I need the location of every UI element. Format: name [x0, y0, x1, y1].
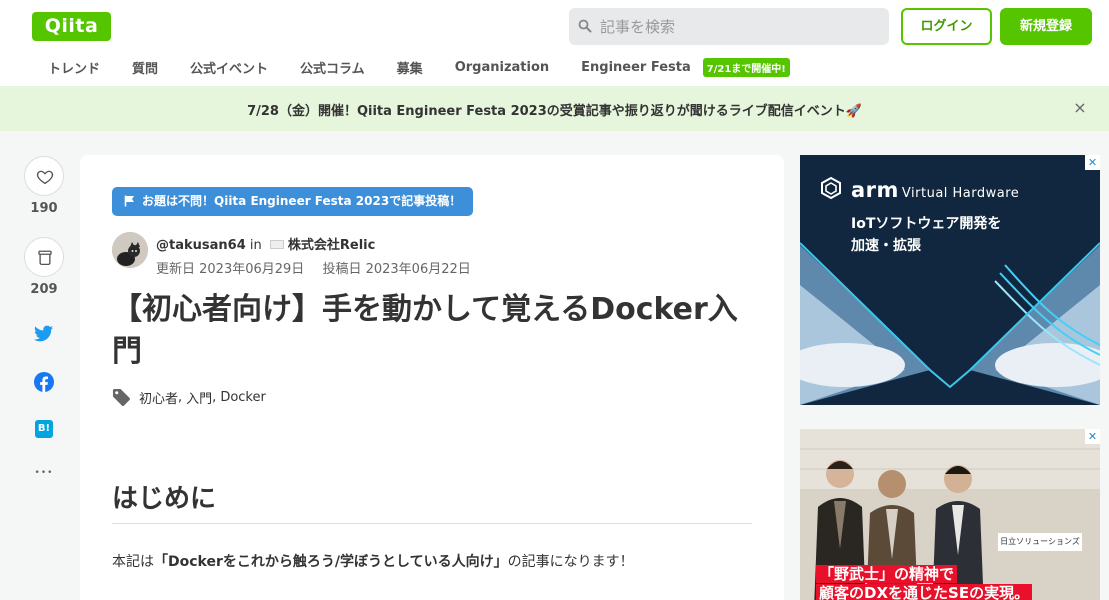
ad2-caption-line2: 顧客のDXを通じたSEの実現。 — [816, 584, 1033, 600]
article-title: 【初心者向け】手を動かして覚えるDocker入門 — [112, 292, 738, 369]
nav-item-trend[interactable]: トレンド — [32, 58, 116, 77]
search-input[interactable] — [600, 8, 880, 45]
ad1-brand: arm Virtual Hardware — [851, 178, 1020, 202]
ad-close-icon[interactable]: ✕ — [1085, 155, 1100, 170]
tag-item[interactable]: 入門 — [186, 388, 212, 407]
nav-item-official-columns[interactable]: 公式コラム — [284, 58, 381, 77]
para-suffix: の記事になります！ — [507, 554, 634, 570]
author-in: in — [249, 238, 262, 253]
ad2-caption-line1: 「野武士」の精神で — [816, 565, 958, 583]
stock-count: 209 — [30, 282, 58, 297]
ad1-line2: 加速・拡張 — [851, 238, 921, 254]
ad2-sign: 日立ソリューションズ — [998, 533, 1082, 551]
twitter-icon[interactable] — [34, 325, 54, 343]
tag-list: 初心者, 入門, Docker — [112, 388, 266, 407]
like-button[interactable] — [24, 156, 64, 196]
posted-date: 投稿日 2023年06月22日 — [322, 262, 471, 277]
ad-close-icon[interactable]: ✕ — [1085, 429, 1100, 444]
section-heading: はじめに — [112, 478, 752, 524]
updated-date: 更新日 2023年06月29日 — [156, 262, 305, 277]
close-icon[interactable]: × — [1072, 98, 1088, 117]
more-icon[interactable]: ••• — [24, 468, 64, 478]
nav-item-recruit[interactable]: 募集 — [381, 58, 439, 77]
article-paragraph: 本記は「Dockerをこれから触ろう/学ぼうとしている人向け」の記事になります！ — [112, 551, 634, 571]
festa-badge: 7/21まで開催中! — [702, 57, 790, 77]
tag-item[interactable]: 初心者 — [139, 388, 178, 407]
banner-text[interactable]: 7/28（金）開催！Qiita Engineer Festa 2023の受賞記事… — [0, 100, 1109, 119]
search-box[interactable] — [569, 8, 889, 45]
article-card: お題は不問！Qiita Engineer Festa 2023で記事投稿！ @t… — [80, 155, 784, 600]
avatar-image — [112, 232, 148, 268]
qiita-logo[interactable]: Qiita — [32, 12, 111, 41]
like-count: 190 — [30, 201, 58, 216]
author-handle[interactable]: @takusan64 — [156, 238, 246, 253]
organization-logo-icon[interactable] — [269, 240, 284, 249]
hatena-bookmark-icon[interactable]: B! — [35, 420, 53, 438]
event-tag-label: お題は不問！Qiita Engineer Festa 2023で記事投稿！ — [142, 194, 462, 208]
announcement-banner[interactable]: 7/28（金）開催！Qiita Engineer Festa 2023の受賞記事… — [0, 86, 1109, 131]
article-dates: 更新日 2023年06月29日 投稿日 2023年06月22日 — [156, 258, 485, 277]
search-icon — [578, 19, 592, 33]
para-bold: 「Dockerをこれから触ろう/学ぼうとしている人向け」 — [154, 554, 508, 570]
ad1-line1: IoTソフトウェア開発を — [851, 216, 1002, 232]
site-header: Qiita ログイン 新規登録 トレンド 質問 公式イベント 公式コラム 募集 … — [0, 0, 1109, 86]
stock-button[interactable] — [24, 237, 64, 277]
login-button[interactable]: ログイン — [901, 8, 992, 45]
nav-item-questions[interactable]: 質問 — [116, 58, 174, 77]
tag-item[interactable]: Docker — [220, 390, 266, 405]
flag-icon — [124, 195, 134, 207]
nav-item-engineer-festa[interactable]: Engineer Festa — [565, 60, 691, 75]
main-nav: トレンド 質問 公式イベント 公式コラム 募集 Organization Eng… — [32, 56, 790, 78]
para-prefix: 本記は — [112, 554, 154, 570]
author-line: @takusan64 in 株式会社Relic — [156, 234, 375, 253]
ad-hitachi-solutions[interactable]: 日立ソリューションズ 「野武士」の精神で 顧客のDXを通じたSEの実現。 ✕ — [800, 429, 1100, 600]
avatar[interactable] — [112, 232, 148, 268]
stock-icon — [38, 250, 52, 266]
event-tag[interactable]: お題は不問！Qiita Engineer Festa 2023で記事投稿！ — [112, 187, 474, 216]
heart-icon — [36, 170, 54, 185]
nav-item-organization[interactable]: Organization — [439, 60, 565, 75]
nav-item-official-events[interactable]: 公式イベント — [174, 58, 284, 77]
ad-arm-virtual-hardware[interactable]: arm Virtual Hardware IoTソフトウェア開発を 加速・拡張 ✕ — [800, 155, 1100, 405]
ad2-caption: 「野武士」の精神で 顧客のDXを通じたSEの実現。 — [816, 565, 1066, 600]
organization-name[interactable]: 株式会社Relic — [288, 238, 375, 253]
signup-button[interactable]: 新規登録 — [1000, 8, 1092, 45]
tag-icon — [112, 388, 131, 407]
facebook-icon[interactable] — [34, 372, 54, 392]
